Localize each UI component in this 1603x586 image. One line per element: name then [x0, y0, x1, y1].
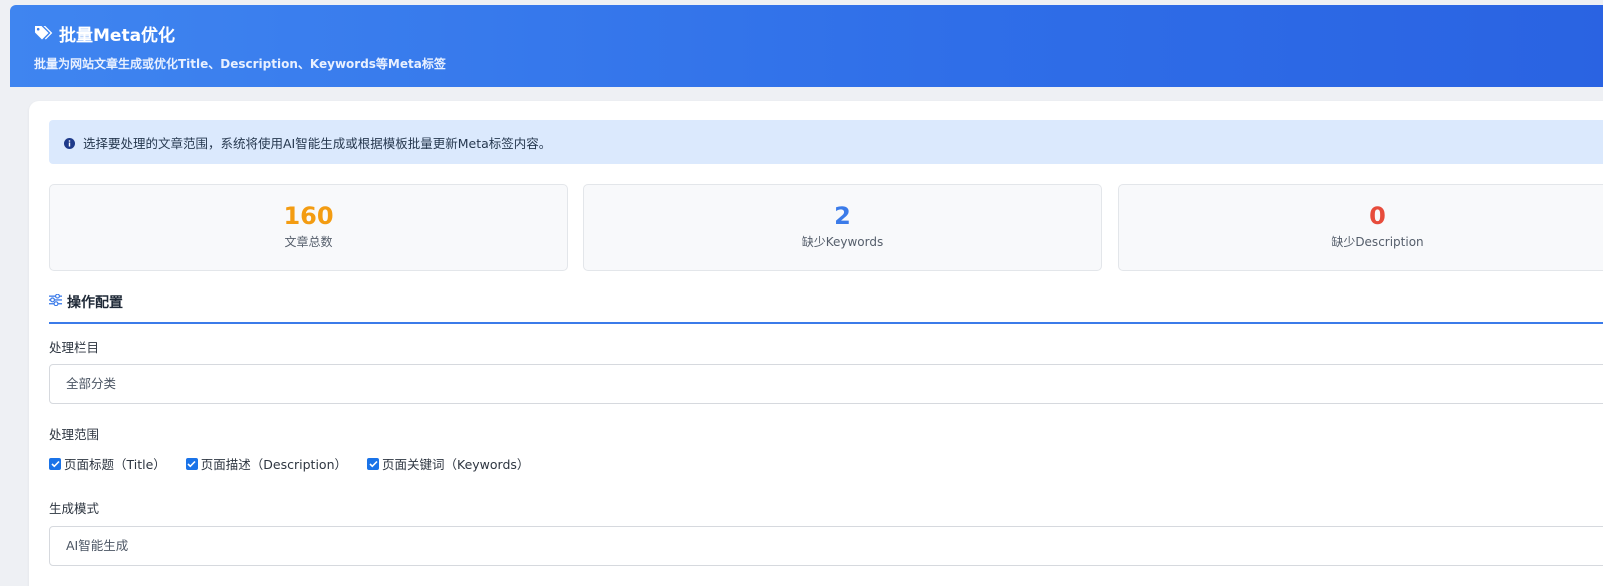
checkbox-checked-icon[interactable]: [49, 457, 61, 470]
info-alert: 选择要处理的文章范围，系统将使用AI智能生成或根据模板批量更新Meta标签内容。: [49, 120, 1603, 164]
stat-total-articles: 160 文章总数: [49, 184, 568, 271]
section-title-config: 操作配置: [49, 292, 123, 312]
stat-label: 缺少Description: [1331, 235, 1424, 249]
info-circle-icon: [64, 137, 75, 149]
scope-checkbox-group: 页面标题（Title） 页面描述（Description） 页面关键词（Keyw…: [49, 454, 549, 473]
scope-option-label: 页面标题（Title）: [64, 457, 166, 472]
stat-label: 文章总数: [284, 235, 333, 249]
scope-option-keywords[interactable]: 页面关键词（Keywords）: [367, 454, 529, 473]
stat-label: 缺少Keywords: [801, 235, 884, 249]
tags-icon: [34, 25, 53, 46]
category-select[interactable]: 全部分类: [49, 364, 1603, 404]
scope-option-label: 页面描述（Description）: [200, 457, 347, 472]
page: 批量Meta优化 批量为网站文章生成或优化Title、Description、K…: [0, 0, 1603, 586]
section-title-text: 操作配置: [67, 295, 123, 311]
main-card: 选择要处理的文章范围，系统将使用AI智能生成或根据模板批量更新Meta标签内容。…: [29, 101, 1603, 586]
info-text: 选择要处理的文章范围，系统将使用AI智能生成或根据模板批量更新Meta标签内容。: [83, 135, 552, 151]
mode-select[interactable]: AI智能生成: [49, 526, 1603, 566]
scope-option-title[interactable]: 页面标题（Title）: [49, 454, 166, 473]
header-title-text: 批量Meta优化: [59, 25, 176, 46]
stat-value: 160: [283, 202, 334, 230]
sliders-icon: [49, 293, 62, 310]
scope-option-description[interactable]: 页面描述（Description）: [185, 454, 347, 473]
scope-label: 处理范围: [49, 427, 100, 442]
page-header: 批量Meta优化 批量为网站文章生成或优化Title、Description、K…: [10, 5, 1603, 87]
mode-label: 生成模式: [49, 501, 100, 516]
checkbox-checked-icon[interactable]: [185, 457, 198, 470]
section-divider: [49, 322, 1603, 324]
stat-missing-keywords: 2 缺少Keywords: [583, 184, 1102, 271]
stat-value: 2: [834, 202, 851, 230]
checkbox-checked-icon[interactable]: [367, 457, 379, 470]
stat-value: 0: [1369, 202, 1386, 230]
scope-option-label: 页面关键词（Keywords）: [382, 457, 530, 472]
stat-missing-description: 0 缺少Description: [1118, 184, 1603, 271]
category-label: 处理栏目: [49, 340, 100, 355]
header-title: 批量Meta优化: [34, 25, 175, 46]
header-subtitle: 批量为网站文章生成或优化Title、Description、Keywords等M…: [34, 57, 446, 71]
